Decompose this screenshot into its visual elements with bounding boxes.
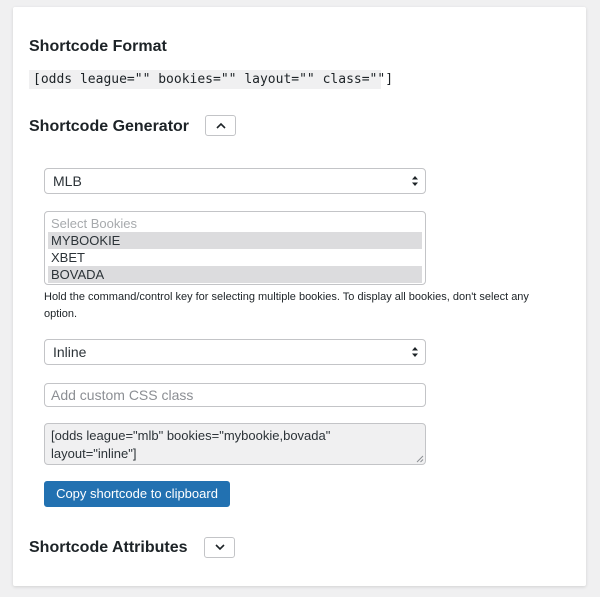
shortcode-panel: Shortcode Format [odds league="" bookies…	[13, 7, 586, 586]
resize-grip-icon[interactable]	[416, 455, 424, 463]
generator-toggle-button[interactable]	[205, 115, 236, 136]
format-code: [odds league="" bookies="" layout="" cla…	[29, 70, 393, 89]
league-select-value: MLB	[53, 173, 82, 189]
bookie-option-mybookie[interactable]: MYBOOKIE	[48, 232, 422, 249]
chevron-down-icon	[214, 544, 225, 551]
bookies-placeholder-option[interactable]: Select Bookies	[48, 215, 422, 232]
bookie-option-bovada[interactable]: BOVADA	[48, 266, 422, 283]
attributes-title: Shortcode Attributes	[29, 539, 188, 556]
layout-select[interactable]: Inline	[44, 339, 426, 365]
generator-title: Shortcode Generator	[29, 118, 190, 135]
select-arrows-icon	[412, 176, 418, 186]
select-arrows-icon	[412, 347, 418, 357]
layout-select-value: Inline	[53, 344, 87, 360]
format-title: Shortcode Format	[29, 38, 167, 55]
css-class-input[interactable]	[44, 383, 426, 407]
league-select[interactable]: MLB	[44, 168, 426, 194]
attributes-toggle-button[interactable]	[204, 537, 235, 558]
bookies-multiselect[interactable]: Select Bookies MYBOOKIE XBET BOVADA	[44, 211, 426, 285]
chevron-up-icon	[215, 122, 226, 129]
shortcode-output[interactable]: [odds league="mlb" bookies="mybookie,bov…	[44, 423, 426, 465]
copy-shortcode-button[interactable]: Copy shortcode to clipboard	[44, 481, 230, 507]
bookies-help-text: Hold the command/control key for selecti…	[44, 291, 529, 320]
bookie-option-xbet[interactable]: XBET	[48, 249, 422, 266]
